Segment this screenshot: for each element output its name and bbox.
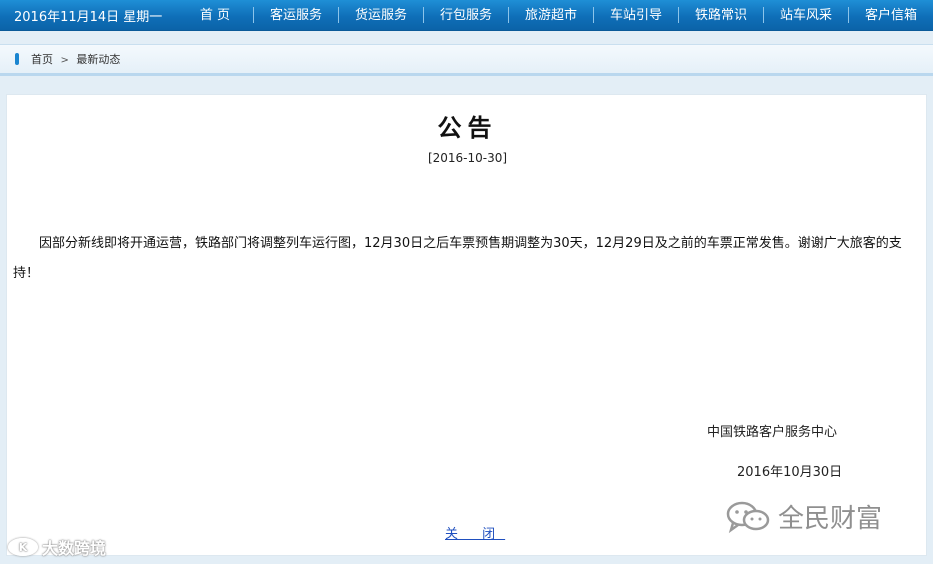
current-date: 2016年11月14日 星期一: [14, 9, 163, 25]
notice-title: 公告: [437, 114, 498, 142]
top-nav-bar: 2016年11月14日 星期一 首 页 客运服务 货运服务 行包服务 旅游超市 …: [0, 0, 933, 31]
nav-item-freight[interactable]: 货运服务: [339, 0, 423, 31]
wechat-icon: [726, 501, 770, 533]
notice-date: [2016-10-30]: [427, 151, 508, 165]
nav-item-station-showcase[interactable]: 站车风采: [764, 0, 848, 31]
signature-org: 中国铁路客户服务中心: [707, 425, 838, 440]
notice-panel: 公告 [2016-10-30] 因部分新线即将开通运营，铁路部门将调整列车运行图…: [6, 94, 927, 556]
watermark-right-text: 全民财富: [778, 504, 883, 534]
breadcrumb-home-link[interactable]: 首页: [31, 53, 53, 66]
breadcrumb-trail: 首页 > 最新动态: [31, 51, 120, 67]
breadcrumb-marker: [15, 53, 19, 65]
breadcrumb: 首页 > 最新动态: [0, 44, 933, 76]
watermark-left-text: 大数跨境: [42, 539, 107, 558]
breadcrumb-separator: >: [60, 55, 69, 66]
watermark-left: K 大数跨境: [8, 535, 106, 559]
nav-item-railway-knowledge[interactable]: 铁路常识: [679, 0, 763, 31]
breadcrumb-current: 最新动态: [76, 53, 121, 66]
nav-item-mailbox[interactable]: 客户信箱: [849, 0, 933, 31]
notice-body: 因部分新线即将开通运营，铁路部门将调整列车运行图，12月30日之后车票预售期调整…: [13, 236, 902, 281]
main-nav: 首 页 客运服务 货运服务 行包服务 旅游超市 车站引导 铁路常识 站车风采 客…: [177, 0, 933, 31]
nav-item-passenger[interactable]: 客运服务: [254, 0, 338, 31]
watermark-logo: K: [8, 538, 38, 556]
nav-item-home[interactable]: 首 页: [177, 0, 253, 31]
nav-item-travel[interactable]: 旅游超市: [509, 0, 593, 31]
nav-item-luggage[interactable]: 行包服务: [424, 0, 508, 31]
close-link[interactable]: 关 闭: [445, 523, 505, 542]
nav-item-station-guide[interactable]: 车站引导: [594, 0, 678, 31]
signature-date: 2016年10月30日: [737, 465, 843, 480]
watermark-right: 全民财富: [726, 498, 882, 535]
